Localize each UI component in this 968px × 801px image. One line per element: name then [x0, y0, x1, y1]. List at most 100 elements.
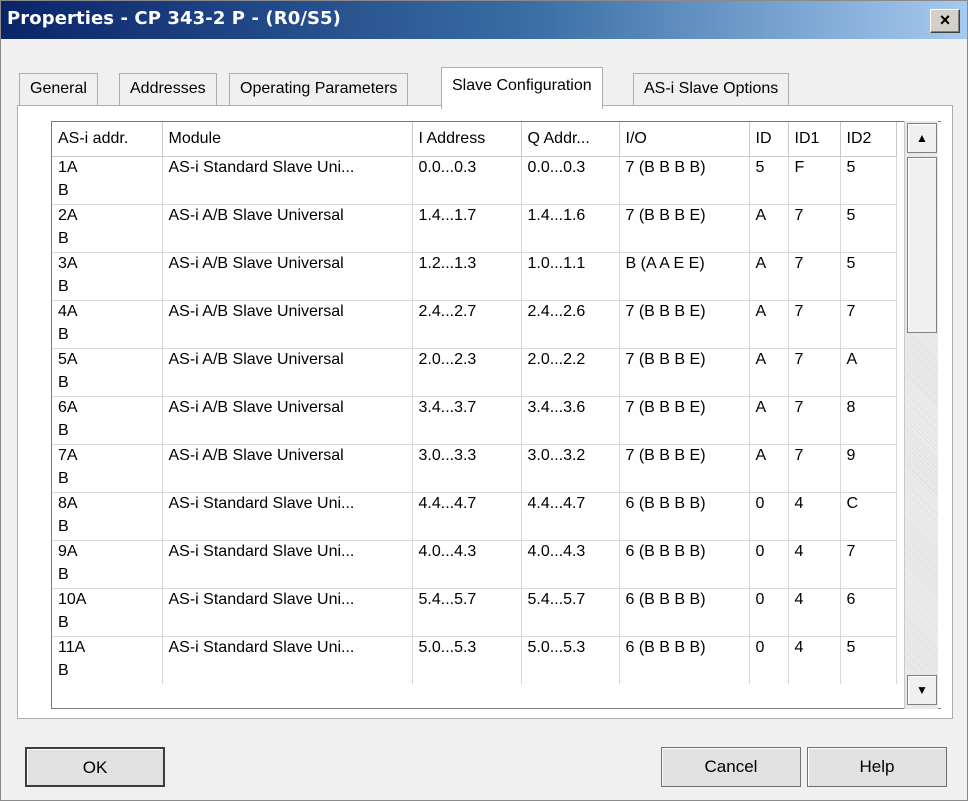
- table-cell[interactable]: B: [52, 420, 163, 444]
- cancel-button[interactable]: Cancel: [661, 747, 801, 787]
- table-cell[interactable]: A: [749, 347, 789, 372]
- table-cell[interactable]: A: [749, 251, 789, 276]
- table-cell[interactable]: B: [52, 564, 163, 588]
- table-cell[interactable]: [162, 228, 413, 252]
- tab-slave-configuration[interactable]: Slave Configuration: [441, 67, 603, 109]
- column-header-id[interactable]: ID: [749, 122, 789, 157]
- table-cell[interactable]: 3.0...3.3: [412, 443, 522, 468]
- table-cell[interactable]: 4.0...4.3: [412, 539, 522, 564]
- table-cell[interactable]: 6A: [52, 395, 163, 420]
- table-cell[interactable]: [840, 276, 897, 300]
- table-cell[interactable]: [412, 324, 522, 348]
- table-cell[interactable]: [749, 612, 789, 636]
- table-cell[interactable]: 3.4...3.7: [412, 395, 522, 420]
- table-cell[interactable]: [521, 324, 620, 348]
- table-cell[interactable]: AS-i Standard Slave Uni...: [162, 635, 413, 660]
- table-cell[interactable]: 7: [840, 539, 897, 564]
- slave-config-table[interactable]: AS-i addr. Module I Address Q Addr... I/…: [51, 121, 941, 709]
- table-cell[interactable]: 7: [788, 299, 841, 324]
- table-cell[interactable]: 5.4...5.7: [521, 587, 620, 612]
- table-cell[interactable]: [749, 420, 789, 444]
- table-cell[interactable]: [788, 276, 841, 300]
- table-cell[interactable]: 6 (B B B B): [619, 491, 750, 516]
- table-cell[interactable]: [412, 564, 522, 588]
- table-cell[interactable]: [840, 660, 897, 684]
- table-row[interactable]: 2A AS-i A/B Slave Universal 1.4...1.7 1.4..…: [52, 203, 897, 228]
- table-cell[interactable]: 9: [840, 443, 897, 468]
- table-cell[interactable]: [162, 180, 413, 204]
- table-row[interactable]: B: [52, 372, 897, 396]
- table-cell[interactable]: 5A: [52, 347, 163, 372]
- table-cell[interactable]: 10A: [52, 587, 163, 612]
- table-cell[interactable]: [521, 468, 620, 492]
- table-cell[interactable]: [749, 372, 789, 396]
- table-cell[interactable]: 1.0...1.1: [521, 251, 620, 276]
- table-cell[interactable]: 7 (B B B B): [619, 155, 750, 180]
- column-header-i-address[interactable]: I Address: [412, 122, 522, 157]
- table-cell[interactable]: 7 (B B B E): [619, 395, 750, 420]
- table-cell[interactable]: 4.0...4.3: [521, 539, 620, 564]
- table-cell[interactable]: 11A: [52, 635, 163, 660]
- table-cell[interactable]: [521, 372, 620, 396]
- table-cell[interactable]: 7: [788, 395, 841, 420]
- table-cell[interactable]: A: [840, 347, 897, 372]
- column-header-io[interactable]: I/O: [619, 122, 750, 157]
- table-cell[interactable]: 0.0...0.3: [521, 155, 620, 180]
- table-cell[interactable]: 5.0...5.3: [412, 635, 522, 660]
- table-cell[interactable]: 2A: [52, 203, 163, 228]
- table-cell[interactable]: 7: [788, 443, 841, 468]
- table-cell[interactable]: [619, 420, 750, 444]
- table-cell[interactable]: A: [749, 203, 789, 228]
- table-cell[interactable]: [840, 516, 897, 540]
- table-cell[interactable]: 4A: [52, 299, 163, 324]
- table-cell[interactable]: 5: [840, 203, 897, 228]
- table-cell[interactable]: AS-i A/B Slave Universal: [162, 443, 413, 468]
- table-cell[interactable]: 5: [840, 635, 897, 660]
- table-cell[interactable]: [840, 612, 897, 636]
- table-cell[interactable]: [521, 660, 620, 684]
- table-row[interactable]: 3A AS-i A/B Slave Universal 1.2...1.3 1.0..…: [52, 251, 897, 276]
- table-cell[interactable]: [162, 564, 413, 588]
- table-cell[interactable]: [619, 180, 750, 204]
- tab-addresses[interactable]: Addresses: [119, 73, 217, 105]
- table-cell[interactable]: AS-i A/B Slave Universal: [162, 299, 413, 324]
- table-cell[interactable]: 6 (B B B B): [619, 587, 750, 612]
- table-cell[interactable]: 5.4...5.7: [412, 587, 522, 612]
- table-cell[interactable]: 9A: [52, 539, 163, 564]
- table-cell[interactable]: 7: [788, 203, 841, 228]
- table-row[interactable]: 4A AS-i A/B Slave Universal 2.4...2.7 2.4..…: [52, 299, 897, 324]
- table-cell[interactable]: 0: [749, 491, 789, 516]
- table-cell[interactable]: [788, 324, 841, 348]
- table-cell[interactable]: [840, 468, 897, 492]
- table-cell[interactable]: AS-i Standard Slave Uni...: [162, 491, 413, 516]
- table-cell[interactable]: AS-i Standard Slave Uni...: [162, 155, 413, 180]
- table-cell[interactable]: [749, 324, 789, 348]
- table-row[interactable]: 5A AS-i A/B Slave Universal 2.0...2.3 2.0..…: [52, 347, 897, 372]
- table-row[interactable]: 11A AS-i Standard Slave Uni... 5.0...5.3 5.…: [52, 635, 897, 660]
- table-cell[interactable]: 0: [749, 587, 789, 612]
- table-cell[interactable]: [412, 516, 522, 540]
- table-cell[interactable]: [162, 660, 413, 684]
- table-cell[interactable]: 4: [788, 635, 841, 660]
- table-cell[interactable]: [840, 564, 897, 588]
- table-cell[interactable]: [619, 228, 750, 252]
- table-cell[interactable]: [619, 372, 750, 396]
- table-cell[interactable]: [788, 516, 841, 540]
- table-cell[interactable]: [619, 324, 750, 348]
- table-cell[interactable]: 5: [840, 251, 897, 276]
- table-cell[interactable]: [521, 180, 620, 204]
- table-cell[interactable]: [840, 372, 897, 396]
- column-header-q-address[interactable]: Q Addr...: [521, 122, 620, 157]
- table-cell[interactable]: [412, 372, 522, 396]
- column-header-module[interactable]: Module: [162, 122, 413, 157]
- table-row[interactable]: B: [52, 468, 897, 492]
- table-cell[interactable]: [521, 564, 620, 588]
- table-cell[interactable]: B: [52, 612, 163, 636]
- scroll-up-button[interactable]: ▲: [907, 123, 937, 153]
- table-row[interactable]: B: [52, 276, 897, 300]
- table-cell[interactable]: AS-i A/B Slave Universal: [162, 395, 413, 420]
- table-cell[interactable]: 7 (B B B E): [619, 347, 750, 372]
- table-row[interactable]: B: [52, 516, 897, 540]
- table-cell[interactable]: 5: [749, 155, 789, 180]
- ok-button[interactable]: OK: [25, 747, 165, 787]
